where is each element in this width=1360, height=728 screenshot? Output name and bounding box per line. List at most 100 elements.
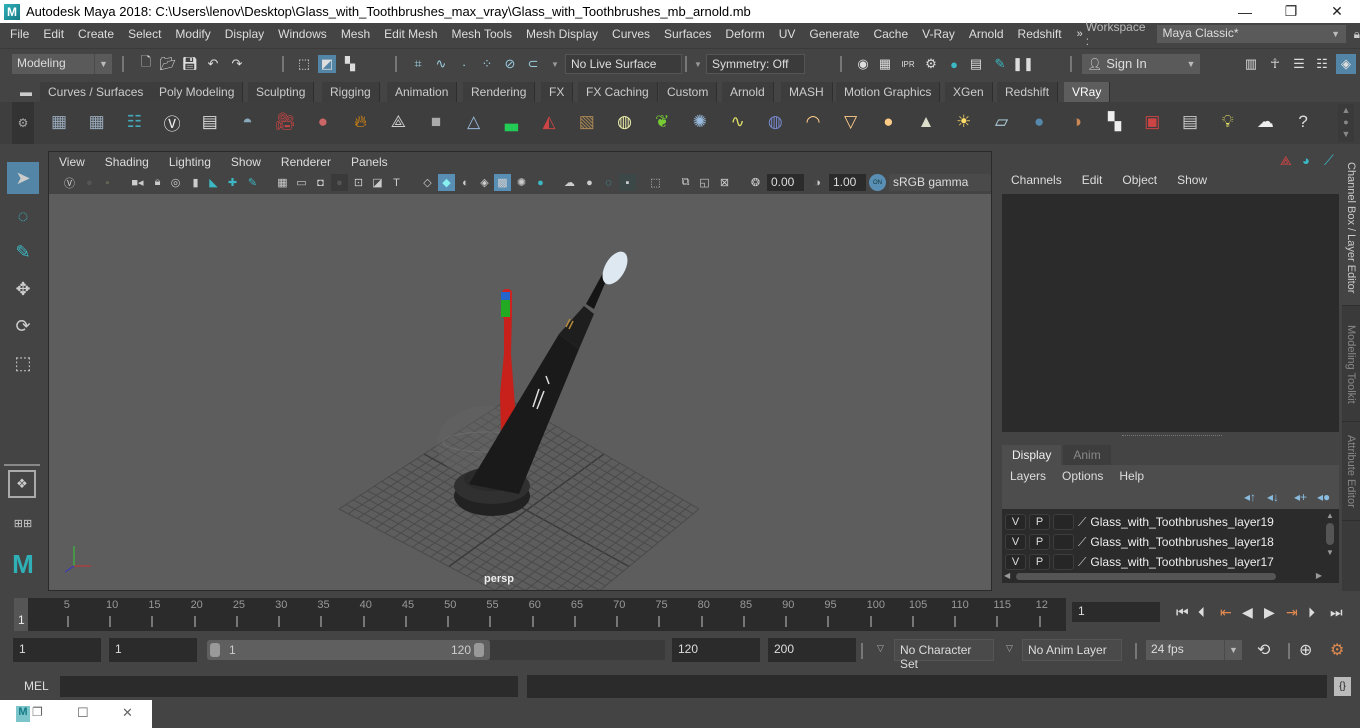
human-ik-icon[interactable]: ☥ — [1266, 55, 1284, 73]
menu-curves[interactable]: Curves — [605, 27, 657, 41]
playback-toggle[interactable]: P — [1029, 534, 1050, 550]
panel-splitter[interactable] — [1122, 435, 1222, 437]
display-type-toggle[interactable] — [1053, 534, 1074, 550]
layer-row[interactable]: V P ⟋ Glass_with_Toothbrushes_layer18 — [1002, 532, 1322, 552]
shelf-tab-curves-surfaces[interactable]: Curves / Surfaces — [40, 82, 153, 102]
motion-blur-icon[interactable]: ● — [581, 174, 598, 191]
vray-geosphere-icon[interactable]: ◍ — [760, 107, 790, 137]
shelf-tab-poly-modeling[interactable]: Poly Modeling — [151, 82, 244, 102]
vray-script-icon[interactable]: ▤ — [195, 107, 225, 137]
shelf-tab-rendering[interactable]: Rendering — [463, 82, 536, 102]
viewport-menu-view[interactable]: View — [49, 155, 95, 169]
vray-curves-icon[interactable]: ∿ — [723, 107, 753, 137]
vray-import-icon[interactable]: ▦ — [82, 107, 112, 137]
vray-viewport-icon[interactable]: Ⓥ — [61, 174, 78, 191]
disabled-tool-icon[interactable]: ▪ — [99, 174, 116, 191]
channels-menu-show[interactable]: Show — [1167, 173, 1217, 187]
ipr-render-icon[interactable]: IPR — [899, 55, 917, 73]
channel-box-icon[interactable]: ◈ — [1336, 54, 1356, 74]
workspace-dropdown[interactable]: Maya Classic* ▼ — [1157, 25, 1346, 43]
menu-edit-mesh[interactable]: Edit Mesh — [377, 27, 444, 41]
vray-spot-light-icon[interactable]: ▲ — [911, 107, 941, 137]
visibility-toggle[interactable]: V — [1005, 514, 1026, 530]
textured-icon[interactable]: ▩ — [494, 174, 511, 191]
depth-of-field-icon[interactable]: ▪ — [619, 174, 636, 191]
step-forward-frame-icon[interactable]: ⏵ — [1308, 604, 1315, 621]
camera-attributes-icon[interactable]: ◎ — [167, 174, 184, 191]
screen-space-ao-icon[interactable]: ☁ — [561, 174, 578, 191]
single-perspective-view-icon[interactable]: ❖ — [8, 470, 36, 498]
multisample-aa-icon[interactable]: ◌ — [600, 174, 617, 191]
vray-mesh-clipper-icon[interactable]: ◭ — [534, 107, 564, 137]
channels-menu-object[interactable]: Object — [1112, 173, 1167, 187]
shelf-tab-arnold[interactable]: Arnold — [722, 82, 774, 102]
snap-together-icon[interactable]: ⊂ — [524, 55, 542, 73]
side-tab-modeling-toolkit[interactable]: Modeling Toolkit — [1342, 307, 1360, 422]
end-time-field[interactable]: 200 — [768, 638, 856, 662]
menu-generate[interactable]: Generate — [802, 27, 866, 41]
vray-settings-icon[interactable]: ▤ — [1175, 107, 1205, 137]
live-surface-field[interactable]: No Live Surface — [565, 54, 682, 74]
shelf-tab-vray[interactable]: VRay — [1064, 82, 1111, 102]
layer-vertical-scrollbar[interactable]: ▲ ▼ — [1324, 511, 1336, 567]
pause-viewport-icon[interactable]: ❚❚ — [1012, 55, 1034, 73]
undo-icon[interactable]: ↶ — [204, 55, 222, 73]
shelf-settings-icon[interactable]: ⚙ — [12, 102, 34, 144]
bookmark-icon[interactable]: ▮ — [187, 174, 204, 191]
chevron-down-icon[interactable]: ▽ — [1006, 643, 1013, 654]
gate-mask-icon[interactable]: ● — [331, 174, 348, 191]
menu-deform[interactable]: Deform — [718, 27, 771, 41]
menu-edit[interactable]: Edit — [36, 27, 71, 41]
tab-display[interactable]: Display — [1002, 445, 1062, 465]
menu-file[interactable]: File — [0, 27, 36, 41]
safe-title-icon[interactable]: T — [388, 174, 405, 191]
snap-live-icon[interactable]: ⊘ — [501, 55, 519, 73]
snap-view-plane-icon[interactable]: ⁘ — [478, 55, 496, 73]
shelf-scroll[interactable]: ▲ ● ▼ — [1338, 104, 1354, 142]
vray-dome-light-icon[interactable]: ◠ — [798, 107, 828, 137]
channels-menu-channels[interactable]: Channels — [1001, 173, 1072, 187]
grid-toggle-icon[interactable]: ▦ — [274, 174, 291, 191]
new-empty-layer-icon[interactable]: ◂+ — [1294, 490, 1307, 504]
default-material-icon[interactable]: ◐ — [457, 174, 474, 191]
layer-name[interactable]: Glass_with_Toothbrushes_layer19 — [1090, 515, 1273, 529]
channels-menu-edit[interactable]: Edit — [1072, 173, 1113, 187]
shelf-tab-fx-caching[interactable]: FX Caching — [578, 82, 658, 102]
save-scene-icon[interactable]: 💾︎ — [181, 55, 199, 73]
menu-arnold[interactable]: Arnold — [962, 27, 1011, 41]
character-set-field[interactable]: No Character Set — [894, 639, 994, 671]
lock-camera-icon[interactable]: 🔒︎ — [149, 174, 166, 191]
menu-redshift[interactable]: Redshift — [1011, 27, 1069, 41]
smooth-shade-icon[interactable]: ◆ — [438, 174, 455, 191]
menu-modify[interactable]: Modify — [168, 27, 217, 41]
four-view-layout-icon[interactable]: ⊞⊞ — [7, 508, 39, 538]
chevron-down-icon[interactable]: ▼ — [546, 55, 564, 73]
lock-icon[interactable]: 🔒︎ — [1354, 27, 1360, 42]
vray-dome-icon[interactable]: ◓ — [233, 107, 263, 137]
layer-row[interactable]: V P ⟋ Glass_with_Toothbrushes_layer17 — [1002, 552, 1322, 572]
vray-plane-icon[interactable]: ▱ — [987, 107, 1017, 137]
shelf-tab-fx[interactable]: FX — [541, 82, 574, 102]
visibility-toggle[interactable]: V — [1005, 554, 1026, 570]
vray-sphere-grid-icon[interactable]: ◍ — [610, 107, 640, 137]
anim-layer-field[interactable]: No Anim Layer — [1022, 639, 1122, 661]
layer-name[interactable]: Glass_with_Toothbrushes_layer17 — [1090, 555, 1273, 569]
menu-set-dropdown[interactable]: Modeling ▼ — [12, 54, 112, 74]
select-by-hierarchy-icon[interactable]: ⬚ — [295, 55, 313, 73]
vray-shapes-icon[interactable]: △ — [459, 107, 489, 137]
menu-display[interactable]: Display — [218, 27, 271, 41]
hypershade-icon[interactable]: ● — [945, 55, 963, 73]
snap-curve-icon[interactable]: ∿ — [432, 55, 450, 73]
go-to-start-icon[interactable]: ⏮ — [1176, 604, 1189, 621]
exposure-icon[interactable]: ❂ — [747, 174, 764, 191]
new-scene-icon[interactable]: 🗋 — [137, 54, 155, 73]
chevron-down-icon[interactable]: ▼ — [689, 55, 707, 73]
safe-action-icon[interactable]: ◪ — [369, 174, 386, 191]
step-forward-key-icon[interactable]: ⇥ — [1286, 604, 1298, 621]
vray-proxy-icon[interactable]: ⟁ — [383, 107, 413, 137]
vray-vfb-icon[interactable]: ▣ — [1137, 107, 1167, 137]
menu-surfaces[interactable]: Surfaces — [657, 27, 718, 41]
2d-pan-zoom-icon[interactable]: ✚ — [224, 174, 241, 191]
range-start-handle[interactable] — [210, 643, 220, 657]
modeling-toolkit-icon[interactable]: ▥ — [1242, 55, 1260, 73]
